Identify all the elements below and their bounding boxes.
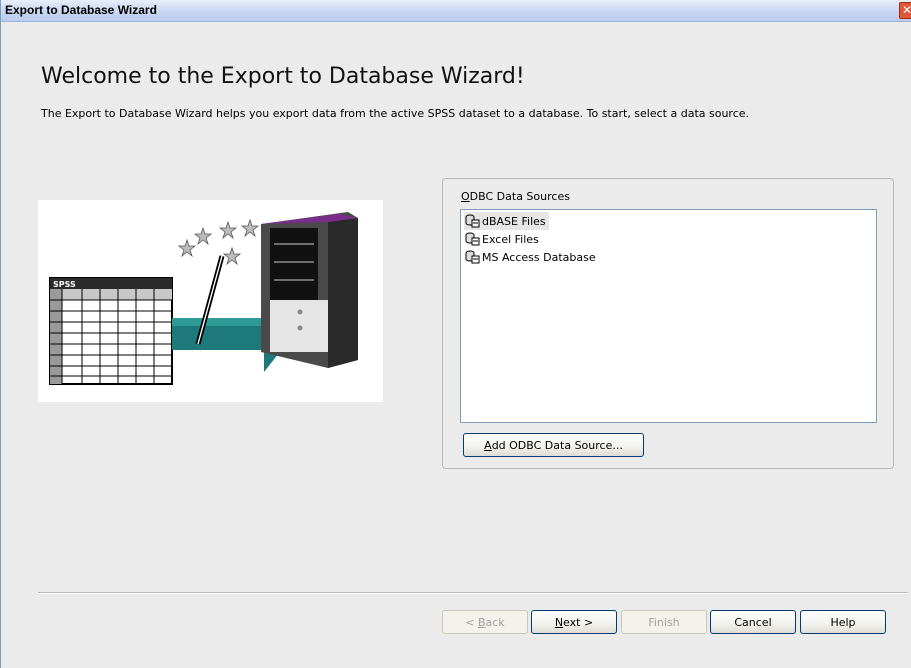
intro-text: The Export to Database Wizard helps you … xyxy=(41,107,750,120)
odbc-data-sources-label: ODBC Data Sources xyxy=(461,190,570,203)
page-title: Welcome to the Export to Database Wizard… xyxy=(41,64,525,89)
window-title: Export to Database Wizard xyxy=(5,3,157,17)
next-button-label: ext > xyxy=(563,615,594,629)
add-odbc-data-source-button[interactable]: Add ODBC Data Source... xyxy=(463,433,644,457)
sparkle-icon xyxy=(177,218,260,266)
odbc-label-text: DBC Data Sources xyxy=(469,190,570,203)
odbc-label-mnemonic: O xyxy=(461,190,470,203)
database-icon xyxy=(465,232,480,246)
data-sources-list[interactable]: dBASE Files Excel Files MS Access Databa… xyxy=(460,209,877,423)
database-icon xyxy=(465,214,480,228)
footer-separator xyxy=(38,592,908,594)
wizard-illustration-graphic: SPSS xyxy=(49,212,358,385)
title-bar: Export to Database Wizard ✕ xyxy=(1,0,911,22)
help-button-label: Help xyxy=(830,615,856,629)
close-icon[interactable]: ✕ xyxy=(899,2,911,19)
wizard-window: Export to Database Wizard ✕ Welcome to t… xyxy=(0,0,911,668)
list-item-label: MS Access Database xyxy=(482,250,596,264)
server-icon xyxy=(261,212,358,368)
list-item-ms-access-database[interactable]: MS Access Database xyxy=(464,248,599,266)
back-button-label: ack xyxy=(485,615,505,629)
database-icon xyxy=(465,250,480,264)
back-button[interactable]: < Back xyxy=(442,610,528,634)
list-item-excel-files[interactable]: Excel Files xyxy=(464,230,542,248)
back-button-mnemonic: B xyxy=(478,615,486,629)
wizard-illustration: SPSS xyxy=(38,200,383,402)
list-item-dbase-files[interactable]: dBASE Files xyxy=(464,212,549,230)
spreadsheet-label: SPSS xyxy=(53,280,76,289)
cancel-button-label: Cancel xyxy=(734,615,772,629)
next-button-mnemonic: N xyxy=(554,615,564,629)
back-button-prefix: < xyxy=(465,615,478,629)
finish-button[interactable]: Finish xyxy=(621,610,707,634)
add-button-mnemonic: A xyxy=(484,438,492,452)
finish-button-label: Finish xyxy=(648,615,680,629)
spreadsheet-icon: SPSS xyxy=(49,277,173,385)
cancel-button[interactable]: Cancel xyxy=(710,610,796,634)
list-item-label: dBASE Files xyxy=(482,214,546,228)
help-button[interactable]: Help xyxy=(800,610,886,634)
add-button-label: dd ODBC Data Source... xyxy=(491,438,623,452)
list-item-label: Excel Files xyxy=(482,232,539,246)
next-button[interactable]: Next > xyxy=(531,610,617,634)
